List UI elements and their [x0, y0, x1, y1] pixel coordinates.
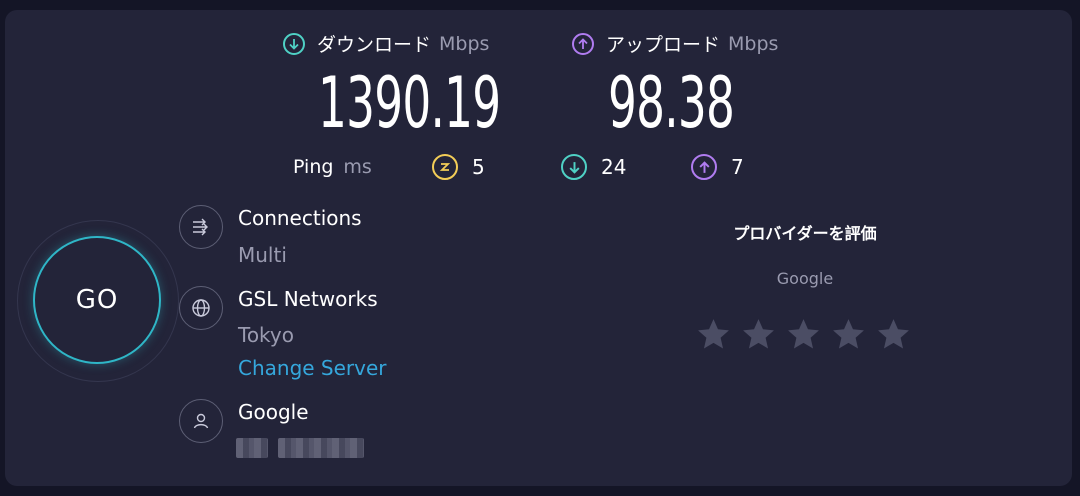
ping-unit: ms: [343, 156, 372, 178]
upload-header: アップロード Mbps: [572, 30, 778, 57]
upload-unit: Mbps: [728, 32, 779, 55]
star-icon[interactable]: [695, 316, 732, 353]
ip-address-redacted: [236, 438, 268, 458]
upload-value: 98.38: [608, 62, 735, 144]
rate-provider-title: プロバイダーを評価: [733, 224, 877, 243]
ping-idle-value: 5: [472, 155, 485, 179]
connections-value: Multi: [238, 243, 287, 267]
star-icon[interactable]: [740, 316, 777, 353]
ping-idle: 5: [432, 154, 485, 180]
star-icon[interactable]: [785, 316, 822, 353]
star-icon[interactable]: [830, 316, 867, 353]
change-server-link[interactable]: Change Server: [238, 356, 387, 380]
globe-icon: [179, 286, 223, 330]
arrow-down-circle-icon: [283, 32, 305, 55]
server-name: GSL Networks: [238, 287, 378, 311]
connections-title: Connections: [238, 206, 362, 230]
arrow-down-circle-icon: [561, 154, 587, 180]
ping-download: 24: [561, 154, 626, 180]
rate-provider-name: Google: [776, 269, 834, 288]
star-icon[interactable]: [875, 316, 912, 353]
arrow-up-circle-icon: [691, 154, 717, 180]
server-location: Tokyo: [238, 323, 294, 347]
download-value: 1390.19: [318, 62, 501, 144]
download-unit: Mbps: [439, 32, 490, 55]
ping-idle-icon: [432, 154, 458, 180]
download-header: ダウンロード Mbps: [283, 30, 489, 57]
arrow-up-circle-icon: [572, 32, 594, 55]
ip-address-redacted: [278, 438, 364, 458]
ping-upload: 7: [691, 154, 744, 180]
ping-label-group: Ping ms: [293, 156, 372, 178]
provider-name: Google: [238, 400, 309, 424]
go-button[interactable]: GO: [33, 236, 161, 364]
upload-label: アップロード: [606, 34, 721, 56]
user-icon: [179, 399, 223, 443]
ping-download-value: 24: [601, 155, 627, 179]
download-label: ダウンロード: [317, 34, 432, 56]
ping-upload-value: 7: [731, 155, 744, 179]
ping-label: Ping: [293, 156, 334, 178]
connections-icon: [179, 205, 223, 249]
results-panel: ダウンロード Mbps 1390.19 アップロード Mbps 98.38 Pi…: [5, 10, 1072, 486]
rating-stars: [695, 316, 912, 353]
